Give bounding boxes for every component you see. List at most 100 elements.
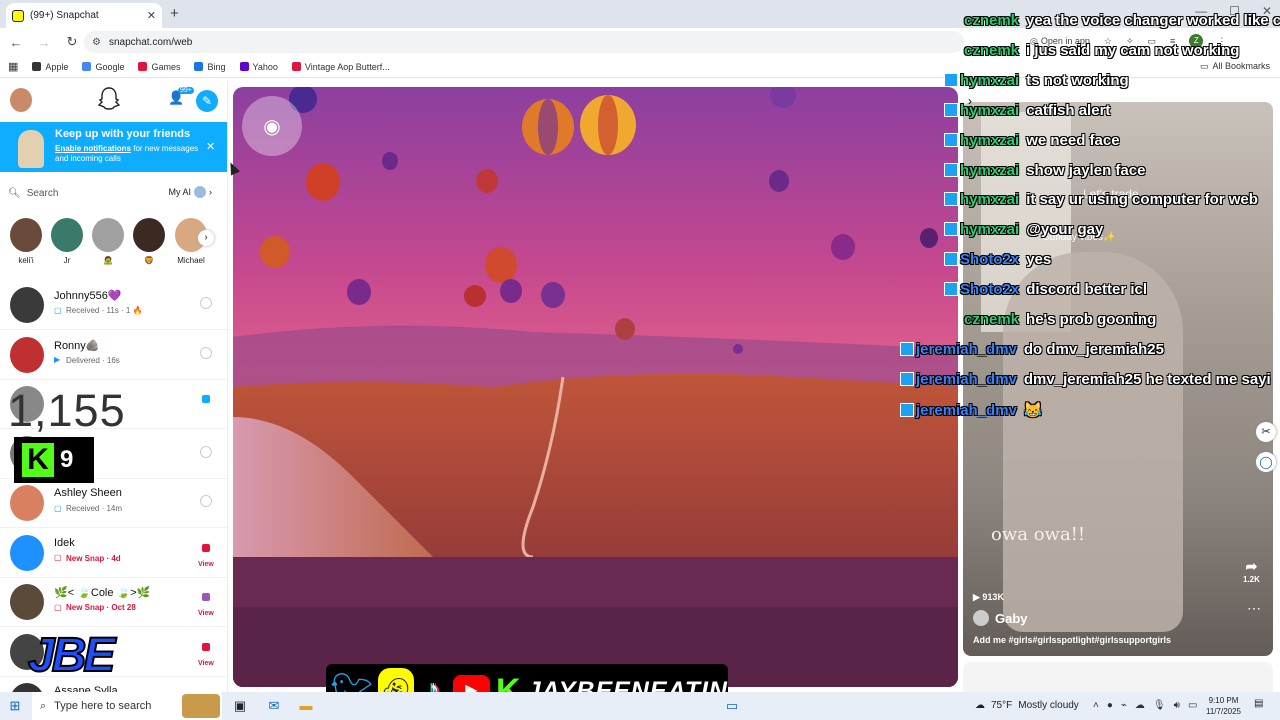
badge-icon	[944, 282, 958, 297]
video-caption-mid: owa owa!!	[991, 524, 1086, 545]
snapchat-ghost-icon[interactable]	[96, 86, 122, 112]
enable-notifications-link[interactable]: Enable notifications	[55, 144, 131, 153]
chevron-up-icon[interactable]: ˄	[1093, 700, 1099, 711]
file-explorer-icon[interactable]: ▬	[298, 698, 314, 714]
share-button[interactable]: ➦ 1.2K	[1243, 558, 1260, 584]
my-ai-button[interactable]: My AI ›	[168, 186, 212, 198]
view-snap-label[interactable]: View	[198, 610, 214, 617]
chat-row[interactable]: Idek ▢ New Snap · 4d View	[0, 529, 227, 578]
new-tab-button[interactable]: +	[170, 5, 179, 22]
camera-capture-button[interactable]: ◉	[242, 96, 302, 156]
video-author[interactable]: Gaby	[973, 610, 1028, 626]
chat-username: jeremiah_dmv	[916, 370, 1017, 388]
screen-icon[interactable]: ▭	[1188, 700, 1197, 711]
story-name: 🦁	[144, 256, 154, 265]
chat-row[interactable]: 🌿< 🍃Cole 🍃>🌿 ▢ New Snap · Oct 28 View	[0, 578, 227, 627]
jbe-logo: JBE	[27, 628, 116, 683]
mail-icon[interactable]: ✉	[266, 698, 282, 714]
bookmark-item[interactable]: Games	[138, 62, 180, 72]
banner-heading: Keep up with your friends	[55, 128, 191, 140]
system-clock[interactable]: 9:10 PM 11/7/2025	[1206, 695, 1241, 717]
chat-status: ▢ Received · 11s · 1 🔥	[54, 306, 143, 315]
chat-row[interactable]: Johnny556💜 ▢ Received · 11s · 1 🔥	[0, 281, 227, 330]
story-avatar	[51, 218, 83, 252]
chat-username: hymxzai	[960, 101, 1020, 119]
more-options-icon[interactable]: ⋯	[1247, 600, 1261, 617]
view-snap-label[interactable]: View	[198, 561, 214, 568]
story-item[interactable]: 🦁	[129, 218, 169, 265]
all-bookmarks-button[interactable]: ▭ All Bookmarks	[1200, 61, 1270, 72]
notifications-icon[interactable]: ▤	[1254, 698, 1263, 709]
stories-next-icon[interactable]: ›	[198, 230, 214, 246]
bookmark-item[interactable]: Apple	[32, 62, 68, 72]
snapchat-favicon-icon	[12, 9, 24, 22]
share-icon: ➦	[1245, 558, 1258, 574]
camera-reply-icon[interactable]	[200, 346, 212, 359]
story-item[interactable]: keli'i	[6, 218, 46, 265]
bookmark-item[interactable]: Google	[82, 62, 124, 72]
author-name: Gaby	[995, 610, 1028, 626]
weather-widget[interactable]: ☁ 75°F Mostly cloudy	[975, 700, 1079, 711]
chat-status-text: New Snap · 4d	[66, 553, 121, 563]
bookmark-item[interactable]: Vintage Aop Butterf...	[291, 62, 390, 72]
forward-icon[interactable]: →	[32, 35, 56, 50]
story-item[interactable]: 🧟	[88, 218, 128, 265]
tools-icon[interactable]: ✂	[1256, 422, 1276, 442]
bookmark-icon	[138, 62, 148, 71]
temperature: 75°F	[991, 700, 1013, 711]
chat-message: hymxzai we need face	[944, 132, 1120, 149]
windows-start-icon[interactable]: ⊞	[0, 698, 30, 714]
camera-reply-icon[interactable]	[200, 445, 212, 458]
volume-icon[interactable]: 🔊︎	[1174, 700, 1180, 711]
story-name: 🧟	[103, 256, 113, 265]
chat-message: cznemk he's prob gooning	[964, 311, 1156, 328]
my-ai-avatar	[194, 186, 206, 198]
task-view-icon[interactable]: ▣	[232, 698, 248, 714]
chat-avatar	[10, 287, 44, 323]
chat-username: hymxzai	[960, 161, 1020, 179]
view-snap-label[interactable]: View	[198, 660, 214, 667]
camera-reply-icon[interactable]	[200, 297, 212, 309]
close-tab-icon[interactable]: ✕	[147, 9, 156, 22]
system-tray: ˄ ● ⌁ ☁ 🎙︎ 🔊︎ ▭	[1093, 700, 1197, 711]
story-avatar	[92, 218, 124, 252]
network-icon[interactable]: ⌁	[1121, 700, 1127, 711]
badge-icon	[944, 102, 958, 117]
camera-reply-icon[interactable]	[200, 495, 212, 507]
close-banner-icon[interactable]: ✕	[206, 140, 215, 153]
chat-row[interactable]: Ronny🪨 ▶ Delivered · 16s	[0, 331, 227, 380]
new-chat-button[interactable]: ✎	[196, 90, 218, 112]
my-bitmoji-avatar[interactable]	[10, 88, 32, 112]
app-icon[interactable]: ▭	[724, 698, 740, 714]
chat-name: Idek	[54, 536, 75, 549]
chat-text: dmv_jeremiah25 he texted me sayi	[1023, 370, 1271, 388]
chat-message: jeremiah_dmv 😹	[900, 401, 1043, 419]
chat-row[interactable]: Ashley Sheen ▢ Received · 14m	[0, 479, 227, 528]
chat-username: hymxzai	[960, 221, 1020, 239]
tab-snapchat[interactable]: (99+) Snapchat ✕	[6, 3, 162, 28]
site-info-icon[interactable]: ⚙	[92, 37, 101, 48]
chat-message: hymxzai it say ur using computer for web	[944, 191, 1258, 208]
assistant-icon[interactable]: ◯	[1256, 452, 1276, 472]
search-input[interactable]: 🔍︎ Search My AI ›	[8, 182, 218, 204]
chat-message: cznemk yea the voice changer worked like …	[964, 12, 1280, 29]
url-field[interactable]: ⚙ snapchat.com/web	[84, 31, 964, 53]
video-subject	[1003, 252, 1183, 632]
chat-name: Assane Sylla	[54, 685, 118, 692]
microphone-icon[interactable]: 🎙︎	[1153, 700, 1166, 711]
back-icon[interactable]: ←	[4, 35, 28, 50]
chat-status-text: Received · 14m	[66, 504, 123, 513]
cloud-icon[interactable]: ☁	[1135, 700, 1145, 711]
apps-grid-icon[interactable]: ▦	[8, 60, 18, 73]
tray-app-icon[interactable]: ●	[1107, 700, 1113, 711]
weather-icon: ☁	[975, 700, 985, 711]
bookmark-item[interactable]: Yahoo	[239, 62, 278, 72]
chat-name: Ashley Sheen	[54, 487, 122, 499]
reload-icon[interactable]: ↻	[60, 34, 84, 50]
chat-status-text: Received · 11s · 1 🔥	[66, 306, 143, 315]
play-icon: ▶	[973, 592, 983, 602]
story-item[interactable]: Jr	[47, 218, 87, 265]
status-icon: ▢	[54, 602, 62, 612]
bookmark-item[interactable]: Bing	[194, 62, 226, 72]
taskbar-search-input[interactable]: ⌕ Type here to search	[32, 692, 222, 720]
